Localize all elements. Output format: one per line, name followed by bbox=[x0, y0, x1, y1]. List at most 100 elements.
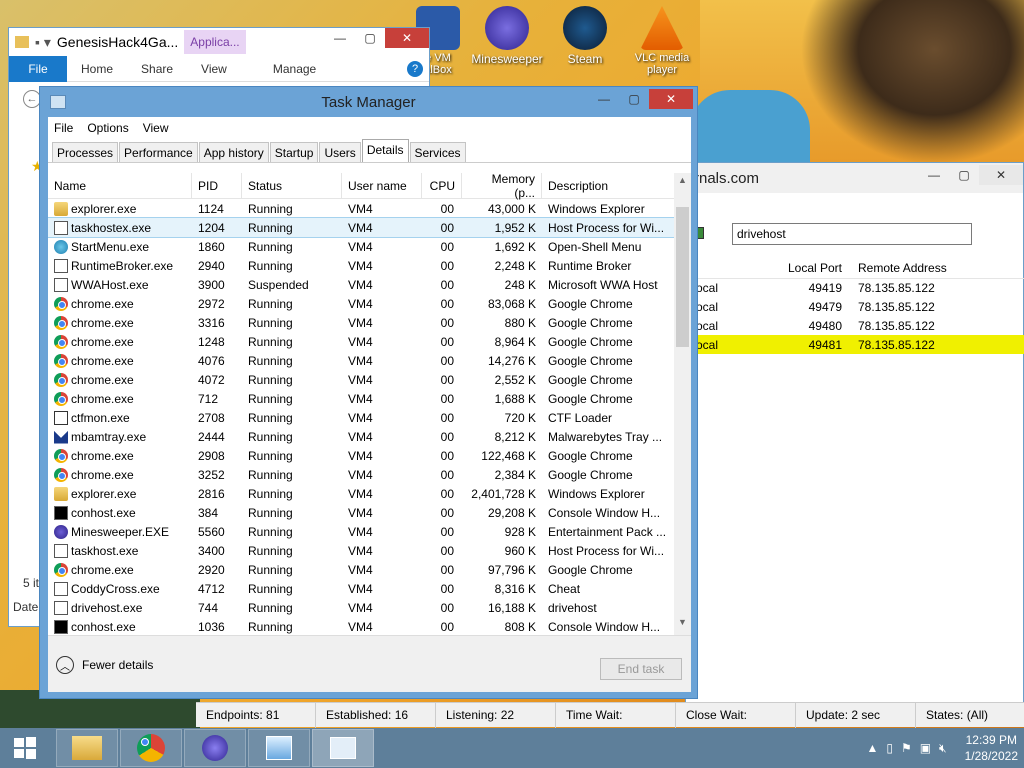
quick-access-toolbar[interactable]: ▪ ▾ bbox=[35, 34, 51, 51]
close-button[interactable]: ✕ bbox=[385, 28, 429, 48]
process-row[interactable]: chrome.exe 3252 Running VM4 00 2,384 K Google … bbox=[48, 465, 691, 484]
show-hidden-icons-icon[interactable]: ▲ bbox=[866, 741, 878, 755]
action-center-icon[interactable]: ▯ bbox=[886, 741, 893, 755]
tab-users[interactable]: Users bbox=[319, 142, 361, 162]
tab-processes[interactable]: Processes bbox=[52, 142, 119, 162]
col-header-memory[interactable]: Memory (p... bbox=[462, 173, 542, 200]
process-row[interactable]: ctfmon.exe 2708 Running VM4 00 720 K CTF Loade… bbox=[48, 408, 691, 427]
end-task-button[interactable]: End task bbox=[600, 658, 682, 680]
process-memory: 2,401,728 K bbox=[471, 486, 536, 501]
tab-startup[interactable]: Startup bbox=[269, 142, 319, 162]
volume-muted-icon[interactable]: 🔇︎ bbox=[939, 741, 947, 756]
process-row[interactable]: RuntimeBroker.exe 2940 Running VM4 00 2,248 K… bbox=[48, 256, 691, 275]
flag-icon[interactable]: ⚑ bbox=[901, 741, 912, 755]
chrome-icon bbox=[137, 734, 165, 762]
desktop-icon-minesweeper[interactable]: Minesweeper bbox=[469, 6, 545, 66]
taskbar-chrome[interactable] bbox=[120, 729, 182, 767]
col-header-name[interactable]: Name bbox=[48, 173, 192, 199]
maximize-button[interactable]: ▢ bbox=[619, 89, 649, 109]
process-status: Running bbox=[248, 201, 293, 216]
tab-app-history[interactable]: App history bbox=[198, 142, 269, 162]
process-row[interactable]: explorer.exe 1124 Running VM4 00 43,000 K Wind… bbox=[48, 199, 691, 218]
fewer-details-button[interactable]: ︿ Fewer details bbox=[56, 656, 153, 674]
process-row[interactable]: chrome.exe 2920 Running VM4 00 97,796 K Google… bbox=[48, 560, 691, 579]
process-row[interactable]: chrome.exe 1248 Running VM4 00 8,964 K Google … bbox=[48, 332, 691, 351]
process-row[interactable]: mbamtray.exe 2444 Running VM4 00 8,212 K Malwa… bbox=[48, 427, 691, 446]
start-button[interactable] bbox=[0, 728, 50, 768]
scroll-up-arrow-icon[interactable]: ▲ bbox=[674, 175, 691, 191]
process-row[interactable]: taskhostex.exe 1204 Running VM4 00 1,952 K Hos… bbox=[48, 217, 691, 238]
help-icon[interactable]: ? bbox=[407, 60, 423, 77]
process-row[interactable]: chrome.exe 2908 Running VM4 00 122,468 K Googl… bbox=[48, 446, 691, 465]
desktop-icon-vlc[interactable]: VLC media player bbox=[624, 6, 700, 76]
connection-row[interactable]: ocal 49419 78.135.85.122 bbox=[686, 278, 1024, 297]
close-button[interactable]: ✕ bbox=[979, 165, 1023, 185]
task-manager-titlebar[interactable]: Task Manager — ▢ ✕ bbox=[40, 87, 697, 117]
taskbar-file-explorer[interactable] bbox=[56, 729, 118, 767]
process-row[interactable]: CoddyCross.exe 4712 Running VM4 00 8,316 K Che… bbox=[48, 579, 691, 598]
process-row[interactable]: taskhost.exe 3400 Running VM4 00 960 K Host Pr… bbox=[48, 541, 691, 560]
minimize-button[interactable]: — bbox=[589, 89, 619, 109]
maximize-button[interactable]: ▢ bbox=[355, 28, 385, 48]
process-row[interactable]: chrome.exe 3316 Running VM4 00 880 K Google Ch… bbox=[48, 313, 691, 332]
tcpview-window[interactable]: rnals.com — ▢ ✕ drivehost Local Port Rem… bbox=[685, 162, 1024, 727]
col-remote-address[interactable]: Remote Address bbox=[854, 261, 1004, 275]
process-row[interactable]: conhost.exe 384 Running VM4 00 29,208 K Consol… bbox=[48, 503, 691, 522]
taskbar-minesweeper[interactable] bbox=[184, 729, 246, 767]
col-header-user[interactable]: User name bbox=[342, 173, 422, 199]
task-manager-window[interactable]: Task Manager — ▢ ✕ File Options View Pro… bbox=[39, 86, 698, 699]
process-user: VM4 bbox=[348, 258, 373, 273]
menu-options[interactable]: Options bbox=[87, 121, 128, 135]
process-row[interactable]: conhost.exe 1036 Running VM4 00 808 K Console … bbox=[48, 617, 691, 635]
menu-view[interactable]: View bbox=[143, 121, 169, 135]
process-row[interactable]: explorer.exe 2816 Running VM4 00 2,401,728 K W… bbox=[48, 484, 691, 503]
clock[interactable]: 12:39 PM 1/28/2022 bbox=[965, 732, 1018, 764]
process-user: VM4 bbox=[348, 467, 373, 482]
minimize-button[interactable]: — bbox=[325, 28, 355, 48]
network-monitor-icon bbox=[266, 736, 292, 760]
col-header-status[interactable]: Status bbox=[242, 173, 342, 199]
connection-row[interactable]: ocal 49480 78.135.85.122 bbox=[686, 316, 1024, 335]
status-update[interactable]: Update: 2 sec bbox=[796, 702, 916, 728]
ribbon-home-tab[interactable]: Home bbox=[67, 62, 127, 76]
maximize-button[interactable]: ▢ bbox=[949, 165, 979, 185]
application-tools-tab[interactable]: Applica... bbox=[184, 30, 246, 54]
process-row[interactable]: chrome.exe 4072 Running VM4 00 2,552 K Google … bbox=[48, 370, 691, 389]
vertical-scrollbar[interactable]: ▲ ▼ bbox=[674, 173, 691, 635]
process-row[interactable]: StartMenu.exe 1860 Running VM4 00 1,692 K Open… bbox=[48, 237, 691, 256]
close-button[interactable]: ✕ bbox=[649, 89, 693, 109]
taskbar-tcpview[interactable] bbox=[248, 729, 310, 767]
process-row[interactable]: Minesweeper.EXE 5560 Running VM4 00 928 K Ente… bbox=[48, 522, 691, 541]
process-name: mbamtray.exe bbox=[48, 430, 192, 444]
process-row[interactable]: WWAHost.exe 3900 Suspended VM4 00 248 K Micros… bbox=[48, 275, 691, 294]
process-row[interactable]: drivehost.exe 744 Running VM4 00 16,188 K driv… bbox=[48, 598, 691, 617]
scroll-down-arrow-icon[interactable]: ▼ bbox=[674, 617, 691, 633]
ribbon-file-tab[interactable]: File bbox=[9, 55, 67, 82]
col-local-port[interactable]: Local Port bbox=[726, 261, 854, 275]
network-icon[interactable]: ▣ bbox=[920, 741, 931, 755]
ribbon-view-tab[interactable]: View bbox=[187, 62, 241, 76]
process-row[interactable]: chrome.exe 712 Running VM4 00 1,688 K Google C… bbox=[48, 389, 691, 408]
tab-details[interactable]: Details bbox=[361, 139, 409, 162]
process-name: chrome.exe bbox=[48, 296, 192, 311]
search-input[interactable]: drivehost bbox=[732, 223, 972, 245]
connection-row[interactable]: ocal 49479 78.135.85.122 bbox=[686, 297, 1024, 316]
scrollbar-thumb[interactable] bbox=[676, 207, 689, 347]
ribbon-manage-tab[interactable]: Manage bbox=[259, 62, 330, 76]
menu-file[interactable]: File bbox=[54, 121, 73, 135]
process-name-text: RuntimeBroker.exe bbox=[71, 258, 174, 273]
minimize-button[interactable]: — bbox=[919, 165, 949, 185]
status-states[interactable]: States: (All) bbox=[916, 703, 1024, 728]
connection-row-highlighted[interactable]: ocal 49481 78.135.85.122 bbox=[686, 335, 1024, 354]
ribbon-share-tab[interactable]: Share bbox=[127, 62, 187, 76]
taskbar-task-manager[interactable] bbox=[312, 729, 374, 767]
process-row[interactable]: chrome.exe 4076 Running VM4 00 14,276 K Google… bbox=[48, 351, 691, 370]
col-header-pid[interactable]: PID bbox=[192, 173, 242, 199]
explorer-date-column[interactable]: Date bbox=[13, 600, 38, 614]
tab-services[interactable]: Services bbox=[409, 142, 466, 162]
desktop-icon-steam[interactable]: Steam bbox=[547, 6, 623, 66]
col-header-cpu[interactable]: CPU bbox=[422, 173, 462, 199]
process-row[interactable]: chrome.exe 2972 Running VM4 00 83,068 K Google… bbox=[48, 294, 691, 313]
tab-performance[interactable]: Performance bbox=[119, 142, 198, 162]
col-header-description[interactable]: Description bbox=[542, 173, 672, 199]
